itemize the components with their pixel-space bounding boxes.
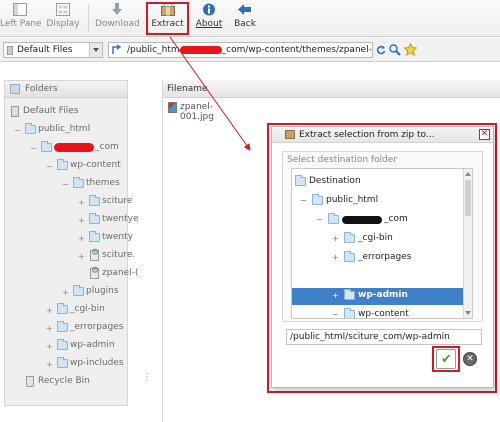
dest-item-label: wp-admin	[358, 290, 408, 300]
extract-dialog: Extract selection from zip to... ✕ Selec…	[271, 126, 494, 388]
redaction-mark	[342, 216, 382, 224]
collapse-toggle-icon[interactable]: −	[332, 310, 339, 318]
zip-icon	[285, 130, 295, 139]
arrow-to-dialog	[169, 36, 251, 151]
folder-icon	[344, 232, 355, 243]
dest-item-label: _cgi-bin	[358, 233, 393, 243]
destination-group-label: Select destination folder	[287, 155, 398, 165]
tree-scrollbar[interactable]	[463, 169, 472, 318]
collapse-toggle-icon[interactable]: −	[316, 215, 323, 224]
dest-item-label: wp-content	[358, 309, 409, 319]
cancel-button[interactable]: ✕	[463, 352, 477, 366]
collapse-toggle-icon[interactable]: −	[300, 196, 307, 205]
scroll-down-icon[interactable]	[465, 311, 471, 315]
destination-path-value: /public_html/sciture_com/wp-admin	[290, 332, 450, 342]
cancel-icon: ✕	[466, 354, 474, 364]
dest-item-label: _errorpages	[358, 252, 412, 262]
check-icon: ✔	[441, 352, 452, 367]
scroll-thumb[interactable]	[465, 180, 471, 216]
close-icon[interactable]: ✕	[479, 129, 490, 140]
expand-toggle-icon[interactable]: +	[332, 291, 339, 300]
folder-icon	[344, 289, 355, 300]
destination-tree[interactable]: Destination − public_html − _com + _cgi-…	[291, 168, 473, 319]
dest-item-label: Destination	[309, 176, 361, 186]
scroll-up-icon[interactable]	[465, 172, 471, 176]
dest-item-label: _com	[384, 214, 408, 224]
folder-icon	[295, 175, 306, 186]
confirm-extract-button[interactable]: ✔	[436, 349, 456, 369]
dialog-titlebar[interactable]: Extract selection from zip to... ✕	[272, 127, 493, 143]
folder-icon	[344, 308, 355, 318]
folder-icon	[328, 213, 339, 224]
folder-icon	[344, 251, 355, 262]
destination-path-input[interactable]: /public_html/sciture_com/wp-admin	[286, 329, 482, 345]
dest-item-label: public_html	[326, 195, 379, 205]
expand-toggle-icon[interactable]: +	[332, 253, 339, 262]
destination-group: Select destination folder Destination − …	[282, 151, 483, 322]
folder-icon	[312, 194, 323, 205]
expand-toggle-icon[interactable]: +	[332, 234, 339, 243]
dialog-title: Extract selection from zip to...	[299, 130, 435, 140]
